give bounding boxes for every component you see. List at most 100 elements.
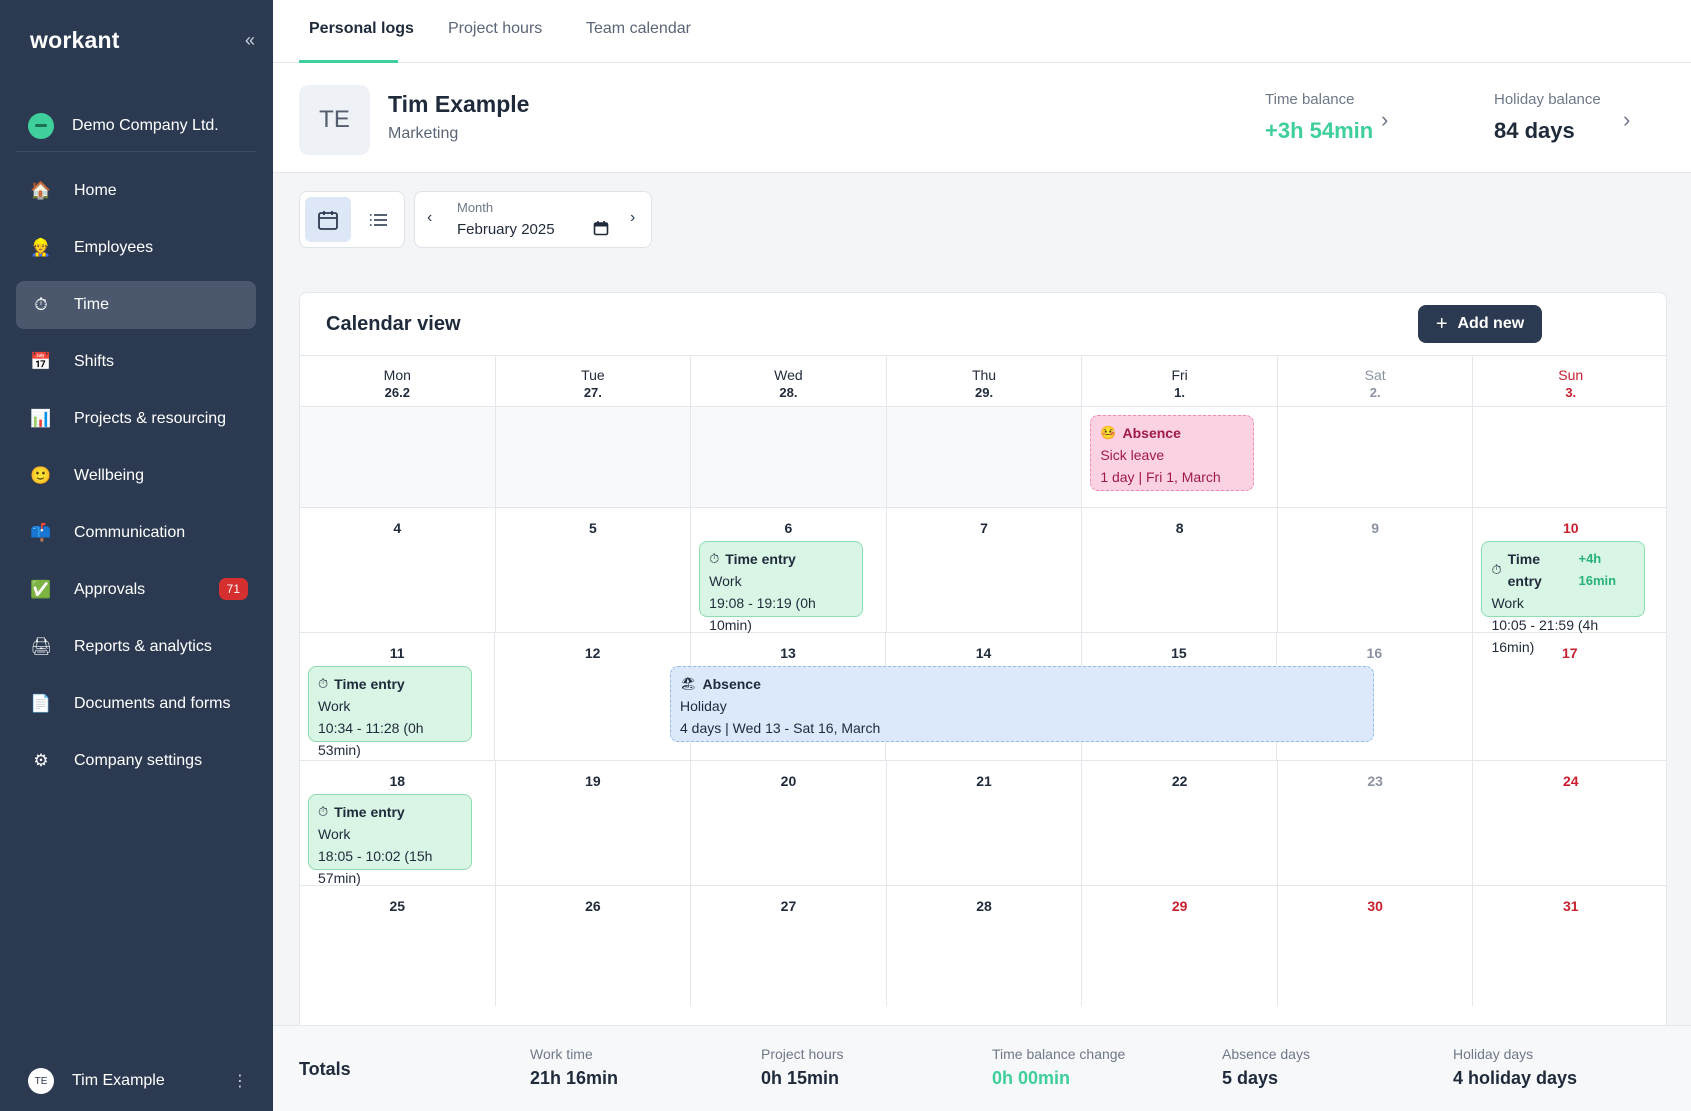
- day-cell[interactable]: 10 ⏱ Time entry +4h 16min Work 10:05 - 21:…: [1473, 508, 1666, 655]
- day-cell[interactable]: 20: [691, 761, 887, 885]
- stopwatch-icon: ⏱: [318, 676, 329, 691]
- day-cell[interactable]: 19: [496, 761, 692, 885]
- time-entry-event[interactable]: ⏱ Time entry Work 10:34 - 11:28 (0h 53min…: [308, 666, 472, 758]
- day-cell[interactable]: [691, 407, 887, 507]
- day-cell[interactable]: 17: [1473, 633, 1666, 760]
- sidebar-item-documents[interactable]: 📄 Documents and forms: [16, 680, 256, 728]
- day-cell[interactable]: 🤒 Absence Sick leave 1 day | Fri 1, March: [1082, 407, 1278, 507]
- day-cell[interactable]: 24: [1473, 761, 1666, 885]
- day-cell[interactable]: [1473, 407, 1666, 507]
- sidebar-item-employees[interactable]: 👷 Employees: [16, 224, 256, 272]
- approvals-count-badge: 71: [218, 578, 248, 600]
- day-cell[interactable]: 8: [1082, 508, 1278, 632]
- sidebar-item-label: Company settings: [74, 752, 203, 769]
- app-logo[interactable]: workant: [30, 27, 120, 54]
- time-balance[interactable]: Time balance +3h 54min ›: [1265, 91, 1415, 144]
- sidebar-item-label: Documents and forms: [74, 695, 231, 712]
- calendar-toolbar: ‹ Month February 2025 ›: [273, 173, 1691, 265]
- calendar-grid: Mon 26.2 Tue 27. Wed 28. Thu 29. Fri 1. Sat 2.…: [300, 355, 1666, 1006]
- calendar-picker-icon[interactable]: [593, 220, 609, 241]
- holiday-absence-event[interactable]: 🏖 Absence Holiday 4 days | Wed 13 - Sat 1…: [670, 666, 1374, 742]
- weekday-header-cell: Thu 29.: [887, 356, 1083, 406]
- sidebar: workant « Demo Company Ltd. 🏠 Home 👷 Emplo…: [0, 0, 273, 1111]
- sidebar-item-shifts[interactable]: 📅 Shifts: [16, 338, 256, 386]
- tab-personal-logs[interactable]: Personal logs: [309, 20, 414, 38]
- time-entry-event[interactable]: ⏱ Time entry +4h 16min Work 10:05 - 21:59 …: [1481, 541, 1646, 655]
- collapse-sidebar-icon[interactable]: «: [245, 30, 255, 51]
- day-cell[interactable]: 21: [887, 761, 1083, 885]
- event-detail: 18:05 - 10:02 (15h 57min): [318, 848, 433, 886]
- sidebar-item-label: Reports & analytics: [74, 638, 212, 655]
- sidebar-item-label: Wellbeing: [74, 467, 144, 484]
- day-cell[interactable]: [300, 407, 496, 507]
- day-cell[interactable]: 9: [1278, 508, 1474, 632]
- day-cell[interactable]: 29: [1082, 886, 1278, 1006]
- day-cell[interactable]: 28: [887, 886, 1083, 1006]
- sidebar-item-time[interactable]: ⏱ Time: [16, 281, 256, 329]
- calendar-view-button[interactable]: [305, 197, 351, 242]
- sidebar-item-wellbeing[interactable]: 🙂 Wellbeing: [16, 452, 256, 500]
- add-new-button[interactable]: + Add new: [1418, 305, 1542, 343]
- tab-team-calendar[interactable]: Team calendar: [586, 20, 691, 38]
- user-menu[interactable]: TE Tim Example ⋮: [28, 1068, 248, 1094]
- sidebar-nav: 🏠 Home 👷 Employees ⏱ Time 📅 Shifts 📊 Projects…: [16, 167, 256, 794]
- day-cell[interactable]: 5: [496, 508, 692, 632]
- sidebar-item-communication[interactable]: 📫 Communication: [16, 509, 256, 557]
- day-cell[interactable]: 25: [300, 886, 496, 1006]
- sidebar-item-reports[interactable]: 🖨 Reports & analytics: [16, 623, 256, 671]
- sidebar-item-approvals[interactable]: ✅ Approvals 71: [16, 566, 256, 614]
- sidebar-item-projects[interactable]: 📊 Projects & resourcing: [16, 395, 256, 443]
- beach-umbrella-icon: 🏖: [680, 676, 697, 691]
- day-cell[interactable]: 11 ⏱ Time entry Work 10:34 - 11:28 (0h 53…: [300, 633, 496, 760]
- time-entry-event[interactable]: ⏱ Time entry Work 19:08 - 19:19 (0h 10min…: [699, 541, 864, 633]
- total-work-time: Work time 21h 16min: [530, 1046, 619, 1088]
- event-type: Work: [1491, 595, 1524, 611]
- day-cell[interactable]: 26: [496, 886, 692, 1006]
- month-value[interactable]: February 2025: [457, 221, 555, 238]
- event-type: Work: [709, 573, 742, 589]
- day-cell[interactable]: 18 ⏱ Time entry Work 18:05 - 10:02 (15h 5…: [300, 761, 496, 886]
- sidebar-item-home[interactable]: 🏠 Home: [16, 167, 256, 215]
- company-switcher[interactable]: Demo Company Ltd.: [16, 100, 256, 152]
- sidebar-item-label: Shifts: [74, 353, 115, 370]
- weekday-header-cell: Tue 27.: [496, 356, 692, 406]
- day-number: 4: [393, 520, 402, 536]
- holiday-balance[interactable]: Holiday balance 84 days ›: [1494, 91, 1654, 144]
- event-title: Time entry: [1507, 551, 1542, 589]
- day-cell[interactable]: 31: [1473, 886, 1666, 1006]
- day-number: 26: [585, 898, 601, 914]
- day-cell[interactable]: [495, 407, 692, 507]
- day-number: 8: [1175, 520, 1184, 536]
- chevron-left-icon[interactable]: ‹: [427, 209, 432, 227]
- day-number: 22: [1171, 773, 1188, 789]
- company-name: Demo Company Ltd.: [72, 116, 219, 134]
- chevron-right-icon[interactable]: ›: [630, 209, 635, 227]
- day-cell[interactable]: 30: [1278, 886, 1474, 1006]
- day-cell[interactable]: 4: [300, 508, 496, 632]
- tab-project-hours[interactable]: Project hours: [448, 20, 542, 38]
- day-cell[interactable]: 27: [691, 886, 887, 1006]
- day-cell[interactable]: 6 ⏱ Time entry Work 19:08 - 19:19 (0h 10m…: [691, 508, 887, 633]
- day-number: 11: [389, 645, 405, 661]
- day-cell[interactable]: [1278, 407, 1474, 507]
- checkmark-icon: ✅: [30, 580, 52, 599]
- day-cell[interactable]: 22: [1082, 761, 1278, 885]
- more-options-icon[interactable]: ⋮: [232, 1071, 248, 1091]
- calendar-week-row: 4 5 6 ⏱ Time entry Work 19:08 - 19:19 (0h…: [300, 508, 1666, 655]
- day-number: 5: [588, 520, 597, 536]
- avatar: TE: [28, 1068, 54, 1094]
- day-cell[interactable]: 12: [495, 633, 691, 760]
- day-cell[interactable]: 23: [1278, 761, 1474, 885]
- sick-face-icon: 🤒: [1100, 425, 1117, 440]
- day-cell[interactable]: 7: [887, 508, 1083, 632]
- sidebar-item-company-settings[interactable]: ⚙ Company settings: [16, 737, 256, 785]
- time-entry-event[interactable]: ⏱ Time entry Work 18:05 - 10:02 (15h 57mi…: [308, 794, 472, 886]
- list-view-button[interactable]: [355, 197, 401, 242]
- calendar-icon: [318, 210, 338, 230]
- totals-label: Totals: [299, 1059, 351, 1079]
- absence-event[interactable]: 🤒 Absence Sick leave 1 day | Fri 1, March: [1090, 415, 1255, 491]
- day-cell[interactable]: [886, 407, 1083, 507]
- day-number: 6: [784, 520, 793, 536]
- day-number: 12: [584, 645, 601, 661]
- sidebar-item-label: Approvals: [74, 581, 146, 598]
